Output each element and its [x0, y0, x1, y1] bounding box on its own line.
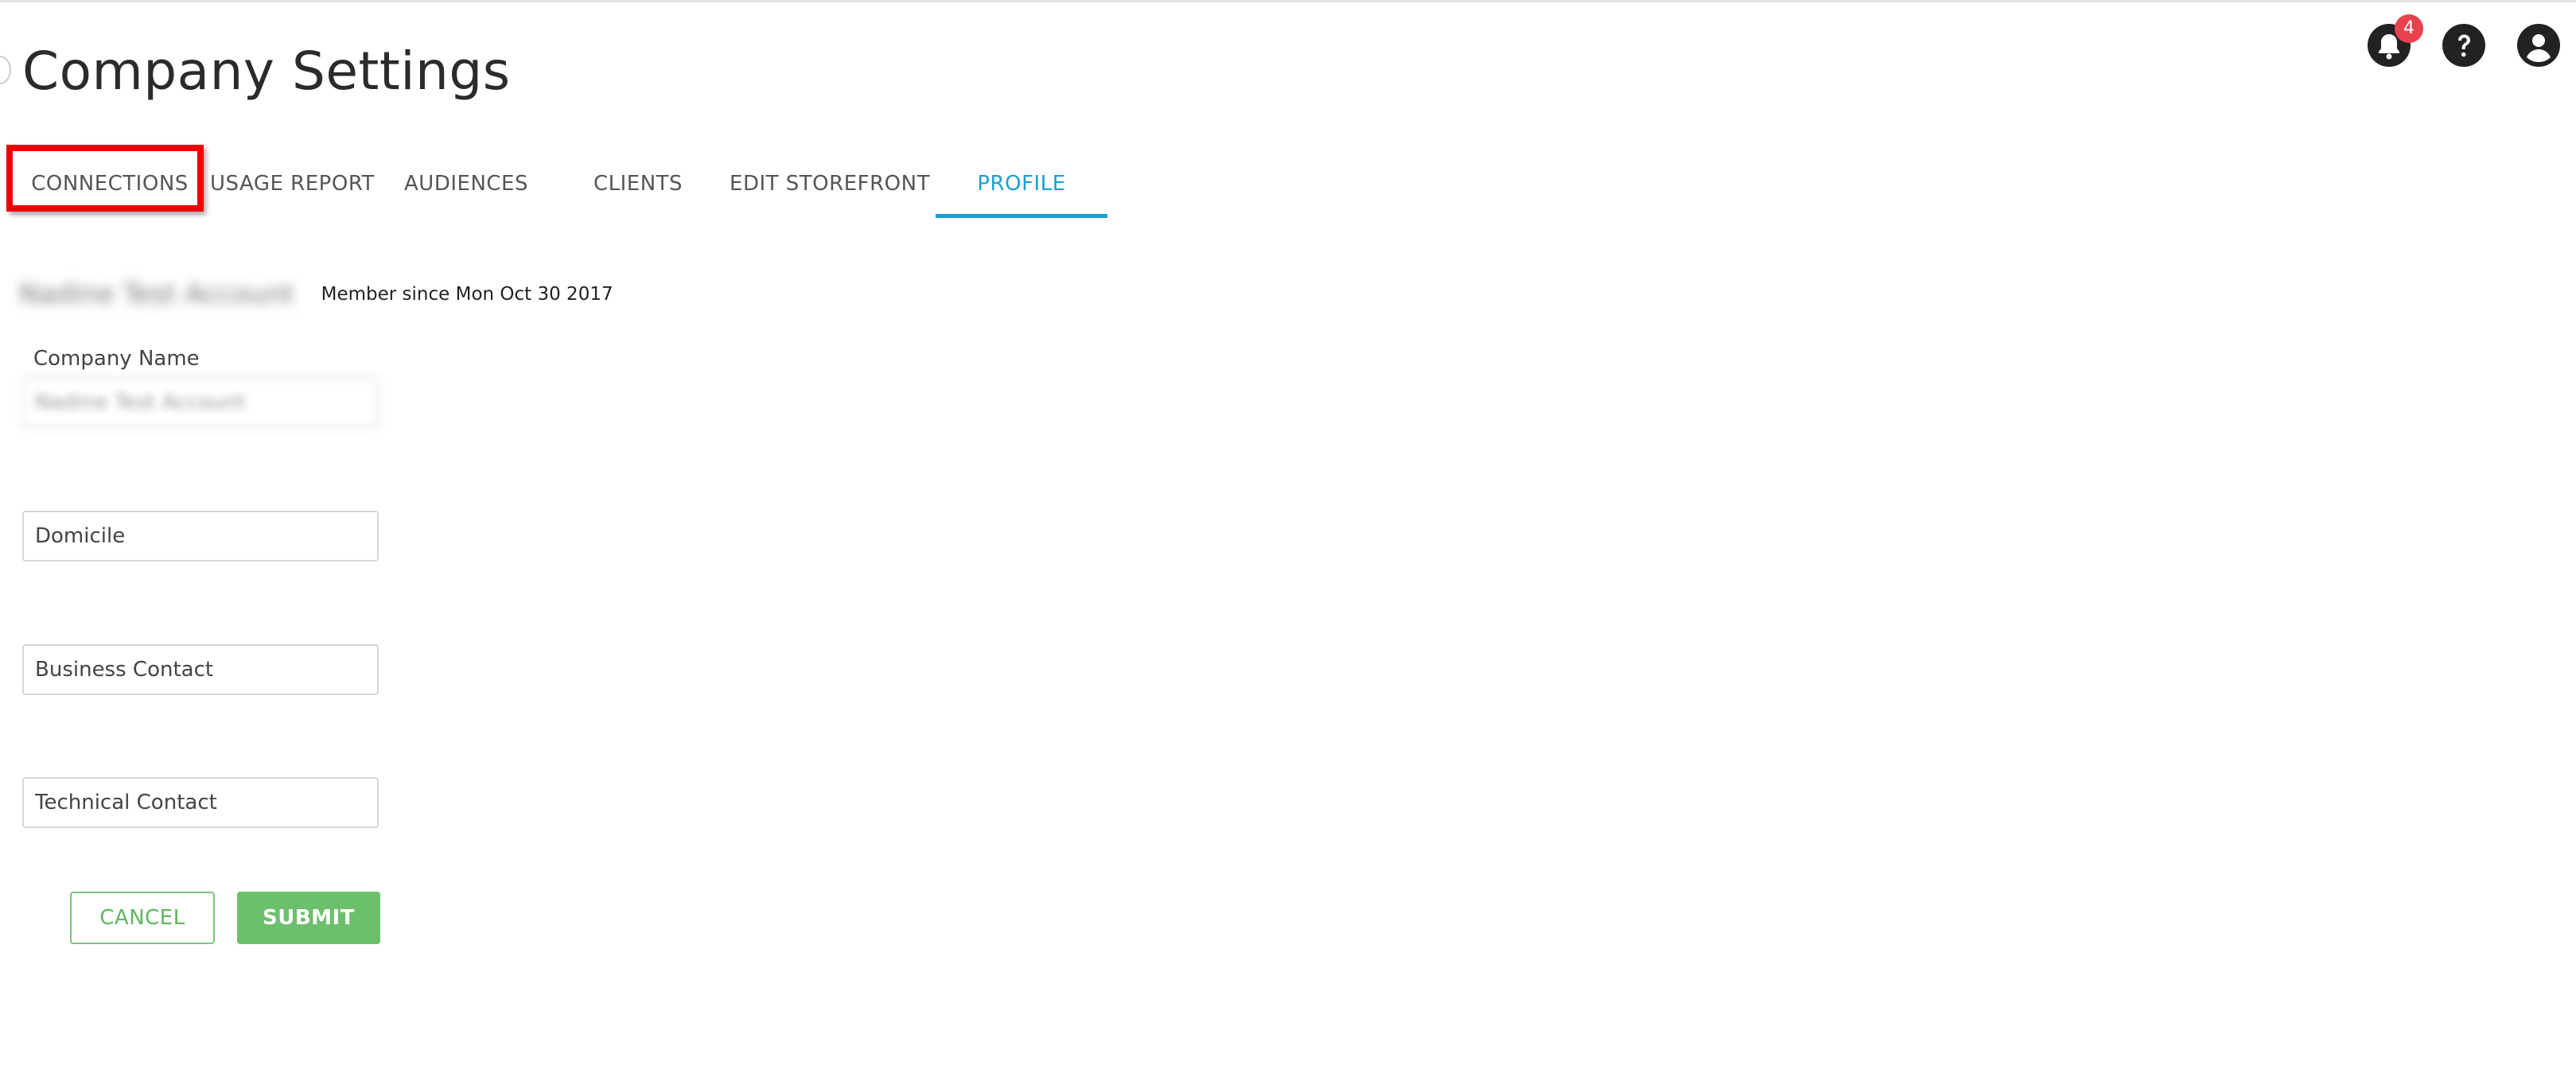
header-actions: 4	[2336, 14, 2560, 67]
help-button[interactable]	[2442, 24, 2485, 67]
tab-audiences[interactable]: AUDIENCES	[387, 150, 546, 218]
account-button[interactable]	[2517, 24, 2560, 67]
settings-tabs: CONNECTIONS USAGE REPORT AUDIENCES CLIEN…	[0, 150, 1130, 218]
company-name-label: Company Name	[33, 347, 200, 371]
tab-connections[interactable]: CONNECTIONS	[13, 150, 207, 218]
notifications-button[interactable]: 4	[2368, 14, 2423, 67]
business-contact-input[interactable]	[22, 644, 379, 695]
account-summary: Nadine Test Account Member since Mon Oct…	[19, 278, 613, 310]
account-icon	[2517, 24, 2560, 67]
domicile-input[interactable]	[22, 511, 379, 562]
edge-marker	[0, 56, 11, 84]
company-name-input[interactable]	[22, 377, 379, 428]
tab-clients[interactable]: CLIENTS	[558, 150, 718, 218]
cancel-button[interactable]: CANCEL	[70, 892, 215, 944]
tab-usage-report[interactable]: USAGE REPORT	[210, 150, 374, 218]
submit-button[interactable]: SUBMIT	[237, 892, 380, 944]
technical-contact-input[interactable]	[22, 777, 379, 828]
page-title: Company Settings	[22, 41, 511, 102]
help-icon	[2442, 24, 2485, 67]
top-divider	[0, 0, 2576, 2]
member-since: Member since Mon Oct 30 2017	[321, 284, 613, 305]
tab-edit-storefront[interactable]: EDIT STOREFRONT	[729, 150, 931, 218]
account-name: Nadine Test Account	[19, 278, 294, 310]
tab-profile[interactable]: PROFILE	[936, 150, 1107, 218]
notification-count-badge: 4	[2395, 14, 2423, 43]
